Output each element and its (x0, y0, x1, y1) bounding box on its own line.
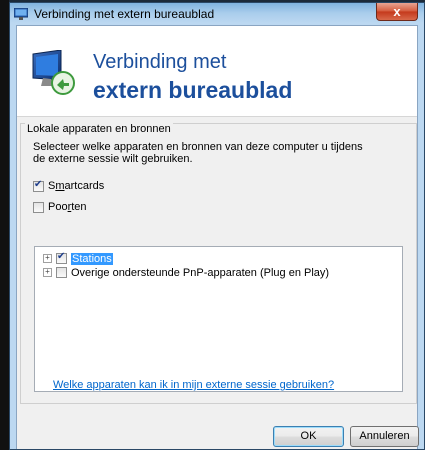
close-button[interactable]: x (376, 3, 418, 21)
help-link[interactable]: Welke apparaten kan ik in mijn externe s… (53, 379, 334, 391)
header-banner: Verbinding met extern bureaublad (17, 26, 417, 117)
cancel-button[interactable]: Annuleren (350, 426, 419, 447)
window-title: Verbinding met extern bureaublad (34, 7, 215, 21)
smartcards-checkbox[interactable] (33, 179, 44, 192)
stations-checkbox[interactable] (56, 251, 67, 264)
smartcards-label: Smartcards (48, 180, 105, 192)
banner-title-line2: extern bureaublad (93, 77, 293, 103)
tree-item-label: Stations (71, 252, 113, 265)
remote-desktop-icon (14, 8, 28, 20)
expand-icon[interactable]: + (43, 254, 52, 263)
dialog-window: Verbinding met extern bureaublad x Verbi… (9, 2, 425, 450)
pnp-devices-checkbox[interactable] (56, 267, 67, 278)
remote-desktop-icon (32, 50, 75, 95)
title-bar[interactable]: Verbinding met extern bureaublad x (10, 3, 424, 25)
group-description: Selecteer welke apparaten en bronnen van… (33, 141, 363, 165)
poorten-option[interactable]: Poorten (33, 201, 87, 213)
expand-icon[interactable]: + (43, 268, 52, 277)
poorten-label: Poorten (48, 201, 87, 213)
background-edge (0, 0, 9, 450)
ok-button[interactable]: OK (273, 426, 344, 447)
local-devices-group: Lokale apparaten en bronnen Selecteer we… (20, 123, 417, 404)
group-legend: Lokale apparaten en bronnen (25, 123, 173, 135)
banner-title-line1: Verbinding met (93, 51, 227, 73)
tree-item-stations[interactable]: + Stations (43, 251, 113, 265)
dialog-client: Verbinding met extern bureaublad Lokale … (16, 25, 419, 449)
poorten-checkbox[interactable] (33, 201, 44, 213)
tree-item-pnp-devices[interactable]: + Overige ondersteunde PnP-apparaten (Pl… (43, 266, 329, 279)
smartcards-option[interactable]: Smartcards (33, 179, 105, 192)
devices-tree[interactable]: + Stations + Overige ondersteunde PnP-ap… (34, 246, 403, 392)
tree-item-label: Overige ondersteunde PnP-apparaten (Plug… (71, 266, 330, 279)
